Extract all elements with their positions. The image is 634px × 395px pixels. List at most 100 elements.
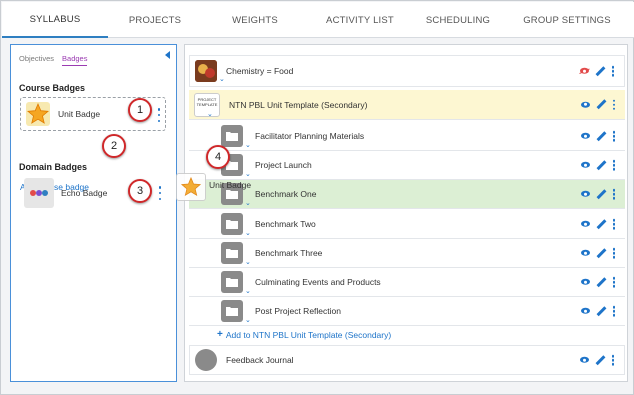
pencil-icon[interactable] xyxy=(597,190,606,199)
tab-scheduling[interactable]: SCHEDULING xyxy=(412,2,504,38)
plus-icon: + xyxy=(217,329,223,340)
subtab-badges[interactable]: Badges xyxy=(62,54,88,66)
collapse-panel-icon[interactable] xyxy=(165,51,170,59)
template-thumb-text: PROJECT TEMPLATE xyxy=(196,96,218,107)
template-name: NTN PBL Unit Template (Secondary) xyxy=(229,99,368,110)
pencil-icon[interactable] xyxy=(597,132,606,141)
kebab-icon[interactable] xyxy=(612,130,615,142)
eye-icon[interactable] xyxy=(580,101,590,108)
outline-item-row[interactable]: Benchmark Three ⌄ xyxy=(189,239,625,268)
course-badges-title: Course Badges xyxy=(19,83,86,93)
eye-icon[interactable] xyxy=(580,250,590,256)
row-actions xyxy=(579,65,614,77)
folder-icon xyxy=(221,300,243,322)
caret-down-icon[interactable]: ⌄ xyxy=(207,110,213,118)
caret-down-icon[interactable]: ⌄ xyxy=(219,75,225,83)
eye-hidden-icon[interactable] xyxy=(579,68,589,74)
badges-panel: Objectives Badges Course Badges Unit Bad… xyxy=(10,44,177,382)
row-actions xyxy=(580,130,615,142)
outline-item-row[interactable]: Benchmark One ⌄ xyxy=(189,180,625,209)
tab-weights[interactable]: WEIGHTS xyxy=(202,2,308,38)
project-row-template[interactable]: PROJECT TEMPLATE NTN PBL Unit Template (… xyxy=(189,90,625,120)
pencil-icon[interactable] xyxy=(597,307,606,316)
dragged-badge-label: Unit Badge xyxy=(209,180,252,190)
kebab-icon[interactable] xyxy=(612,305,615,317)
row-actions xyxy=(580,305,615,317)
pencil-icon[interactable] xyxy=(597,161,606,170)
outline-item-name: Benchmark One xyxy=(255,189,317,199)
project-row-chemistry[interactable]: Chemistry = Food ⌄ xyxy=(189,55,625,87)
tab-projects[interactable]: PROJECTS xyxy=(108,2,202,38)
outline-item-name: Post Project Reflection xyxy=(255,306,341,316)
caret-down-icon[interactable]: ⌄ xyxy=(245,170,251,178)
subtab-objectives[interactable]: Objectives xyxy=(19,54,54,66)
eye-icon[interactable] xyxy=(580,279,590,285)
folder-icon xyxy=(221,271,243,293)
callout-4: 4 xyxy=(206,145,230,169)
row-actions xyxy=(580,218,615,230)
dragged-badge-ghost[interactable] xyxy=(176,173,206,201)
pencil-icon[interactable] xyxy=(597,249,606,258)
folder-icon xyxy=(221,213,243,235)
row-actions xyxy=(580,99,615,110)
outline-item-row[interactable]: Facilitator Planning Materials ⌄ xyxy=(189,122,625,151)
top-tab-bar: SYLLABUS PROJECTS WEIGHTS ACTIVITY LIST … xyxy=(2,2,634,38)
callout-3: 3 xyxy=(128,179,152,203)
pencil-icon[interactable] xyxy=(597,100,606,109)
kebab-icon[interactable] xyxy=(611,65,614,77)
folder-icon xyxy=(221,242,243,264)
outline-item-name: Project Launch xyxy=(255,160,312,170)
folder-icon xyxy=(221,125,243,147)
kebab-icon[interactable] xyxy=(612,188,615,200)
caret-down-icon[interactable]: ⌄ xyxy=(245,199,251,207)
outline-item-name: Benchmark Two xyxy=(255,219,316,229)
caret-down-icon[interactable]: ⌄ xyxy=(245,141,251,149)
kebab-icon[interactable] xyxy=(158,186,162,200)
row-actions xyxy=(580,159,615,171)
outline-item-row[interactable]: Project Launch ⌄ xyxy=(189,151,625,180)
star-icon xyxy=(25,101,51,127)
outline-item-name: Culminating Events and Products xyxy=(255,277,381,287)
outline-item-row[interactable]: Post Project Reflection ⌄ xyxy=(189,297,625,326)
eye-icon[interactable] xyxy=(579,357,589,363)
caret-down-icon[interactable]: ⌄ xyxy=(245,258,251,266)
kebab-icon[interactable] xyxy=(612,218,615,230)
kebab-icon[interactable] xyxy=(157,108,161,122)
caret-down-icon[interactable]: ⌄ xyxy=(245,287,251,295)
kebab-icon[interactable] xyxy=(612,99,615,110)
eye-icon[interactable] xyxy=(580,162,590,168)
window-frame: SYLLABUS PROJECTS WEIGHTS ACTIVITY LIST … xyxy=(0,0,634,395)
kebab-icon[interactable] xyxy=(612,276,615,288)
eye-icon[interactable] xyxy=(580,221,590,227)
feedback-thumbnail xyxy=(195,349,217,371)
callout-1: 1 xyxy=(128,98,152,122)
add-to-template-link[interactable]: + Add to NTN PBL Unit Template (Secondar… xyxy=(217,329,391,340)
caret-down-icon[interactable]: ⌄ xyxy=(245,316,251,324)
kebab-icon[interactable] xyxy=(612,159,615,171)
pencil-icon[interactable] xyxy=(597,278,606,287)
eye-icon[interactable] xyxy=(580,191,590,197)
project-outline-panel: Chemistry = Food ⌄ PROJECT TEMPLATE NTN … xyxy=(184,44,628,382)
pencil-icon[interactable] xyxy=(596,356,605,365)
tab-activity-list[interactable]: ACTIVITY LIST xyxy=(308,2,412,38)
tab-group-settings[interactable]: GROUP SETTINGS xyxy=(504,2,630,38)
row-actions xyxy=(579,354,614,366)
eye-icon[interactable] xyxy=(580,308,590,314)
kebab-icon[interactable] xyxy=(611,354,614,366)
tab-syllabus[interactable]: SYLLABUS xyxy=(2,2,108,38)
row-actions xyxy=(580,247,615,259)
outline-item-row[interactable]: Culminating Events and Products ⌄ xyxy=(189,268,625,297)
eye-icon[interactable] xyxy=(580,133,590,139)
course-badge-label: Unit Badge xyxy=(58,109,101,119)
row-actions xyxy=(580,276,615,288)
project-row-feedback[interactable]: Feedback Journal xyxy=(189,345,625,375)
caret-down-icon[interactable]: ⌄ xyxy=(245,229,251,237)
domain-badges-title: Domain Badges xyxy=(19,162,88,172)
kebab-icon[interactable] xyxy=(612,247,615,259)
domain-badge-label: Echo Badge xyxy=(61,188,108,198)
outline-item-row[interactable]: Benchmark Two ⌄ xyxy=(189,210,625,239)
outline-item-name: Benchmark Three xyxy=(255,248,323,258)
pencil-icon[interactable] xyxy=(597,220,606,229)
project-thumbnail xyxy=(195,60,217,82)
pencil-icon[interactable] xyxy=(596,67,605,76)
